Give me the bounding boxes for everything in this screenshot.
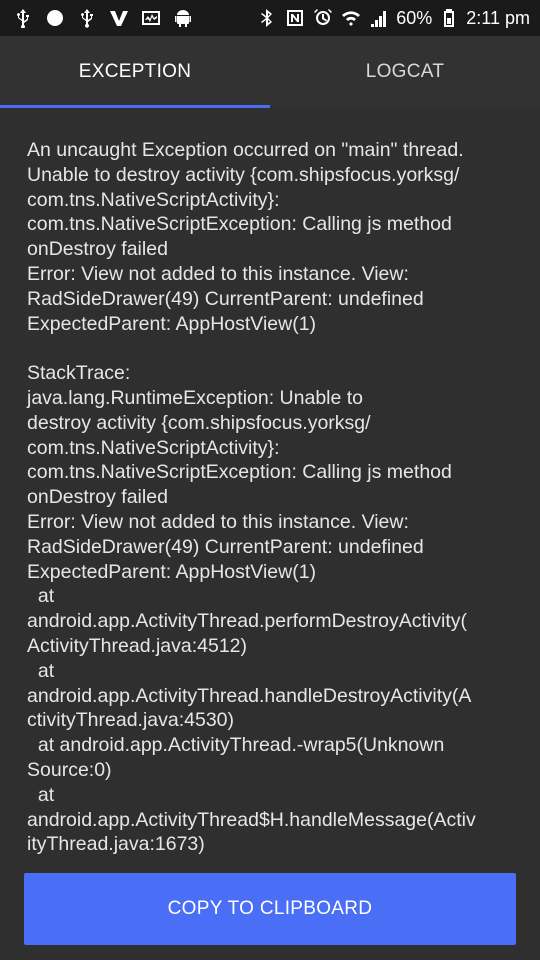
- stacktrace-line: android.app.ActivityThread.performDestro…: [27, 610, 467, 633]
- tab-exception[interactable]: EXCEPTION: [0, 36, 270, 108]
- stacktrace-line: at: [27, 585, 55, 608]
- stacktrace-line: android.app.ActivityThread$H.handleMessa…: [27, 808, 476, 831]
- stacktrace-line: Error: View not added to this instance. …: [27, 510, 409, 533]
- message-line: ExpectedParent: AppHostView(1): [27, 312, 317, 335]
- battery-percent: 60%: [396, 7, 433, 28]
- stacktrace-line: android.app.ActivityThread.handleDestroy…: [27, 684, 472, 707]
- android-icon: [172, 7, 194, 29]
- message-line: RadSideDrawer(49) CurrentParent: undefin…: [27, 287, 424, 310]
- status-bar-notifications: [12, 7, 194, 29]
- stacktrace-line: onDestroy failed: [27, 486, 168, 509]
- stacktrace-line: ctivityThread.java:4530): [27, 709, 235, 732]
- nfc-icon: [284, 7, 306, 29]
- message-line: onDestroy failed: [27, 238, 168, 261]
- message-line: com.tns.NativeScriptException: Calling j…: [27, 213, 452, 236]
- message-line: An uncaught Exception occurred on "main"…: [27, 139, 464, 161]
- battery-icon: [438, 7, 460, 29]
- circle-icon: [44, 7, 66, 29]
- stacktrace-line: at android.app.ActivityThread.-wrap5(Unk…: [27, 734, 445, 757]
- active-tab-indicator: [0, 105, 270, 108]
- stacktrace-line: at: [27, 783, 55, 806]
- tab-logcat[interactable]: LOGCAT: [270, 36, 540, 108]
- stacktrace-line: com.tns.NativeScriptActivity}:: [27, 436, 280, 459]
- message-line: Error: View not added to this instance. …: [27, 262, 409, 285]
- v-app-icon: [108, 7, 130, 29]
- activity-icon: [140, 7, 162, 29]
- stack-trace: StackTrace: java.lang.RuntimeException: …: [27, 361, 522, 857]
- signal-icon: [368, 7, 390, 29]
- wifi-icon: [340, 7, 362, 29]
- stacktrace-line: destroy activity {com.shipsfocus.yorksg/: [27, 411, 371, 434]
- tab-bar: EXCEPTION LOGCAT: [0, 36, 540, 108]
- stacktrace-line: ExpectedParent: AppHostView(1): [27, 560, 317, 583]
- stacktrace-line: StackTrace:: [27, 362, 131, 385]
- message-line: com.tns.NativeScriptActivity}:: [27, 188, 280, 211]
- message-line: Unable to destroy activity {com.shipsfoc…: [27, 163, 460, 186]
- stacktrace-line: at: [27, 659, 55, 682]
- status-bar: 60% 2:11 pm: [0, 0, 540, 36]
- clock-time: 2:11 pm: [466, 7, 530, 28]
- usb-icon: [12, 7, 34, 29]
- alarm-icon: [312, 7, 334, 29]
- stacktrace-line: Source:0): [27, 758, 112, 781]
- stacktrace-line: RadSideDrawer(49) CurrentParent: undefin…: [27, 535, 424, 558]
- stacktrace-line: com.tns.NativeScriptException: Calling j…: [27, 461, 452, 484]
- status-bar-system: 60% 2:11 pm: [256, 7, 530, 29]
- bluetooth-icon: [256, 7, 278, 29]
- stacktrace-line: java.lang.RuntimeException: Unable to: [27, 386, 364, 409]
- exception-message: An uncaught Exception occurred on "main"…: [27, 138, 522, 336]
- stacktrace-line: ityThread.java:1673): [27, 833, 205, 856]
- copy-to-clipboard-button[interactable]: COPY TO CLIPBOARD: [24, 873, 516, 945]
- exception-details: An uncaught Exception occurred on "main"…: [27, 138, 522, 857]
- stacktrace-line: ActivityThread.java:4512): [27, 634, 248, 657]
- usb-debug-icon: [76, 7, 98, 29]
